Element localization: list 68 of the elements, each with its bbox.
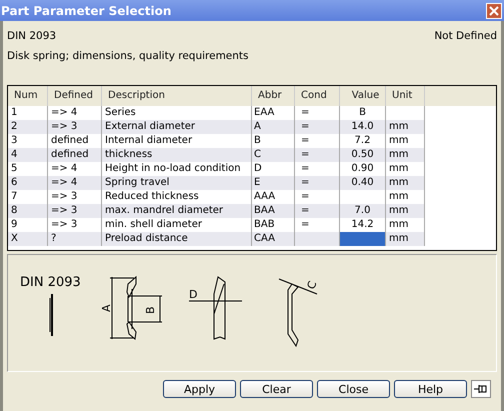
thickness-section-drawing <box>278 278 318 348</box>
disk-spring-drawing <box>50 294 53 336</box>
table-cell: => 3 <box>48 120 102 134</box>
table-cell: External diameter <box>102 120 252 134</box>
table-cell: E <box>252 176 295 190</box>
pin-icon <box>474 384 488 394</box>
table-cell: 4 <box>8 148 48 162</box>
height-section-drawing <box>188 276 242 340</box>
dimension-label: C <box>304 279 320 292</box>
table-cell: => 4 <box>48 176 102 190</box>
table-cell: = <box>295 120 340 134</box>
close-button[interactable] <box>486 2 502 18</box>
pin-button[interactable] <box>471 380 491 398</box>
dialog-button[interactable]: Clear <box>240 380 313 398</box>
dialog-button[interactable]: Close <box>317 380 390 398</box>
column-header[interactable]: Cond <box>295 86 340 106</box>
table-cell <box>340 232 386 246</box>
column-header[interactable]: Defined <box>48 86 102 106</box>
table-row[interactable]: 4 defined thickness C = 0.50 mm <box>8 148 496 162</box>
dialog-button[interactable]: Help <box>394 380 467 398</box>
table-cell: = <box>295 148 340 162</box>
column-header[interactable]: Abbr <box>252 86 295 106</box>
table-row[interactable]: X ? Preload distance CAA mm <box>8 232 496 246</box>
standard-label: DIN 2093 <box>20 275 81 290</box>
table-cell: 0.40 <box>340 176 386 190</box>
table-cell: defined <box>48 148 102 162</box>
table-cell: A <box>252 120 295 134</box>
table-cell: CAA <box>252 232 295 246</box>
table-cell: 0.50 <box>340 148 386 162</box>
table-cell: BAA <box>252 204 295 218</box>
table-cell: Preload distance <box>102 232 252 246</box>
table-cell: C <box>252 148 295 162</box>
table-cell: mm <box>386 120 425 134</box>
table-row[interactable]: 8 => 3 max. mandrel diameter BAA = 7.0 mm <box>8 204 496 218</box>
table-cell: = <box>295 176 340 190</box>
table-cell: mm <box>386 232 425 246</box>
column-header[interactable]: Num <box>8 86 48 106</box>
window-title: Part Parameter Selection <box>1 4 172 18</box>
dimension-label: D <box>189 288 198 301</box>
column-header[interactable]: Unit <box>386 86 425 106</box>
table-cell: 6 <box>8 176 48 190</box>
table-cell: max. mandrel diameter <box>102 204 252 218</box>
table-cell: X <box>8 232 48 246</box>
table-cell: thickness <box>102 148 252 162</box>
table-cell: mm <box>386 204 425 218</box>
table-cell: = <box>295 204 340 218</box>
table-cell: 7.0 <box>340 204 386 218</box>
table-row[interactable]: 2 => 3 External diameter A = 14.0 mm <box>8 120 496 134</box>
column-header[interactable]: Value <box>340 86 386 106</box>
table-cell: ? <box>48 232 102 246</box>
dimension-label: A <box>100 304 113 312</box>
dimension-label: B <box>144 306 157 314</box>
table-cell <box>295 232 340 246</box>
table-cell: 2 <box>8 120 48 134</box>
dialog-button[interactable]: Apply <box>163 380 236 398</box>
table-cell: 8 <box>8 204 48 218</box>
table-cell: mm <box>386 148 425 162</box>
table-cell: 14.0 <box>340 120 386 134</box>
column-header[interactable]: Description <box>102 86 252 106</box>
disk-spring-section-drawing <box>110 276 162 340</box>
standard-label: DIN 2093 <box>7 30 56 44</box>
table-cell: => 3 <box>48 204 102 218</box>
description-text: Disk spring; dimensions, quality requirements <box>7 50 250 64</box>
table-row[interactable]: 6 => 4 Spring travel E = 0.40 mm <box>8 176 496 190</box>
table-cell: Spring travel <box>102 176 252 190</box>
table-cell: mm <box>386 176 425 190</box>
close-icon <box>489 6 499 16</box>
status-label: Not Defined <box>434 30 497 44</box>
